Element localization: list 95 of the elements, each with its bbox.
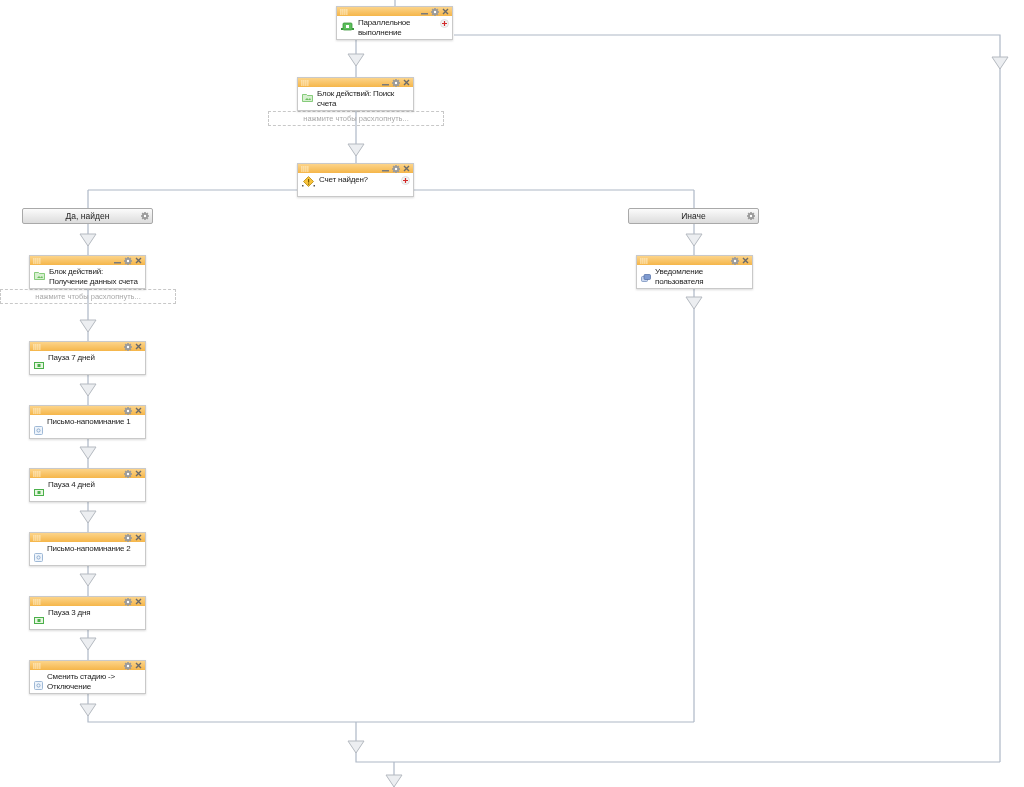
connector-line — [87, 565, 89, 597]
close-icon[interactable] — [442, 8, 449, 15]
add-icon[interactable] — [440, 19, 449, 28]
flow-arrow — [79, 637, 97, 651]
settings-icon[interactable] — [124, 661, 132, 670]
folder-icon — [34, 271, 45, 280]
activity-node[interactable]: Пауза 4 дней — [29, 468, 146, 502]
close-icon[interactable] — [742, 257, 749, 264]
settings-icon[interactable] — [124, 256, 132, 265]
close-icon[interactable] — [135, 257, 142, 264]
add-icon[interactable] — [401, 176, 410, 185]
title-bar[interactable] — [30, 661, 145, 670]
settings-icon[interactable] — [747, 212, 755, 220]
pause-icon — [34, 362, 44, 369]
node-label: Пауза 7 дней — [48, 353, 96, 363]
close-icon[interactable] — [135, 598, 142, 605]
settings-icon[interactable] — [731, 256, 739, 265]
settings-icon[interactable] — [392, 78, 400, 87]
settings-icon[interactable] — [124, 342, 132, 351]
connector-line — [87, 223, 89, 256]
flow-arrow — [79, 510, 97, 524]
node-label: Уведомление пользователя — [655, 267, 705, 287]
title-bar[interactable] — [30, 533, 145, 542]
settings-icon[interactable] — [141, 212, 149, 220]
activity-node[interactable]: Письмо-напоминание 1 — [29, 405, 146, 439]
title-bar[interactable] — [30, 256, 145, 265]
connector-line — [355, 39, 357, 78]
flow-arrow — [685, 296, 703, 310]
node-label: Письмо-напоминание 2 — [47, 544, 132, 554]
title-bar[interactable] — [298, 78, 413, 87]
connector-line — [87, 438, 89, 469]
warning-diamond-icon — [302, 176, 315, 187]
connector-line — [87, 629, 89, 661]
activity-icon — [34, 553, 43, 562]
flow-arrow — [79, 233, 97, 247]
activity-node[interactable]: Счет найден? — [297, 163, 414, 197]
title-bar[interactable] — [30, 597, 145, 606]
node-label: Параллельное выполнение — [358, 18, 412, 38]
activity-node[interactable]: Письмо-напоминание 2 — [29, 532, 146, 566]
flow-arrow — [79, 383, 97, 397]
close-icon[interactable] — [135, 662, 142, 669]
activity-node[interactable]: Пауза 7 дней — [29, 341, 146, 375]
node-label: Письмо-напоминание 1 — [47, 417, 132, 427]
activity-node[interactable]: Блок действий: Получение данных счета — [29, 255, 146, 289]
close-icon[interactable] — [135, 470, 142, 477]
flow-arrow — [79, 573, 97, 587]
connector-line — [394, 0, 396, 7]
node-label: Пауза 3 дня — [48, 608, 92, 618]
split-icon — [341, 22, 354, 31]
node-label: Блок действий: Получение данных счета — [49, 267, 139, 287]
connector-line — [355, 110, 357, 164]
title-bar[interactable] — [30, 406, 145, 415]
activity-icon — [34, 426, 43, 435]
close-icon[interactable] — [135, 343, 142, 350]
branch-button[interactable]: Да, найден — [22, 208, 153, 224]
close-icon[interactable] — [135, 534, 142, 541]
flow-arrow — [347, 143, 365, 157]
settings-icon[interactable] — [124, 469, 132, 478]
flow-arrow — [685, 233, 703, 247]
title-bar[interactable] — [637, 256, 752, 265]
chat-bubble-icon — [641, 274, 651, 283]
activity-node[interactable]: Пауза 3 дня — [29, 596, 146, 630]
flow-arrow — [79, 703, 97, 717]
flow-arrow — [991, 56, 1009, 70]
flow-arrow — [79, 446, 97, 460]
settings-icon[interactable] — [392, 164, 400, 173]
activity-node[interactable]: Блок действий: Поиск счета — [297, 77, 414, 111]
connector-line — [87, 374, 89, 406]
connector-line — [87, 501, 89, 533]
node-label: Счет найден? — [319, 175, 369, 185]
folder-icon — [302, 93, 313, 102]
flow-arrow — [79, 319, 97, 333]
flow-arrow — [347, 740, 365, 754]
flow-arrow — [385, 774, 403, 787]
activity-node[interactable]: Сменить стадию -> Отключение — [29, 660, 146, 694]
settings-icon[interactable] — [124, 533, 132, 542]
close-icon[interactable] — [403, 79, 410, 86]
settings-icon[interactable] — [124, 406, 132, 415]
pause-icon — [34, 617, 44, 624]
settings-icon[interactable] — [124, 597, 132, 606]
connector-line — [87, 288, 89, 342]
pause-icon — [34, 489, 44, 496]
flow-arrow — [347, 53, 365, 67]
settings-icon[interactable] — [431, 7, 439, 16]
branch-button[interactable]: Иначе — [628, 208, 759, 224]
close-icon[interactable] — [403, 165, 410, 172]
close-icon[interactable] — [135, 407, 142, 414]
node-label: Блок действий: Поиск счета — [317, 89, 396, 109]
activity-icon — [34, 681, 43, 690]
node-label: Пауза 4 дней — [48, 480, 96, 490]
title-bar[interactable] — [30, 342, 145, 351]
activity-node[interactable]: Параллельное выполнение — [336, 6, 453, 40]
node-label: Сменить стадию -> Отключение — [47, 672, 116, 692]
title-bar[interactable] — [30, 469, 145, 478]
activity-node[interactable]: Уведомление пользователя — [636, 255, 753, 289]
